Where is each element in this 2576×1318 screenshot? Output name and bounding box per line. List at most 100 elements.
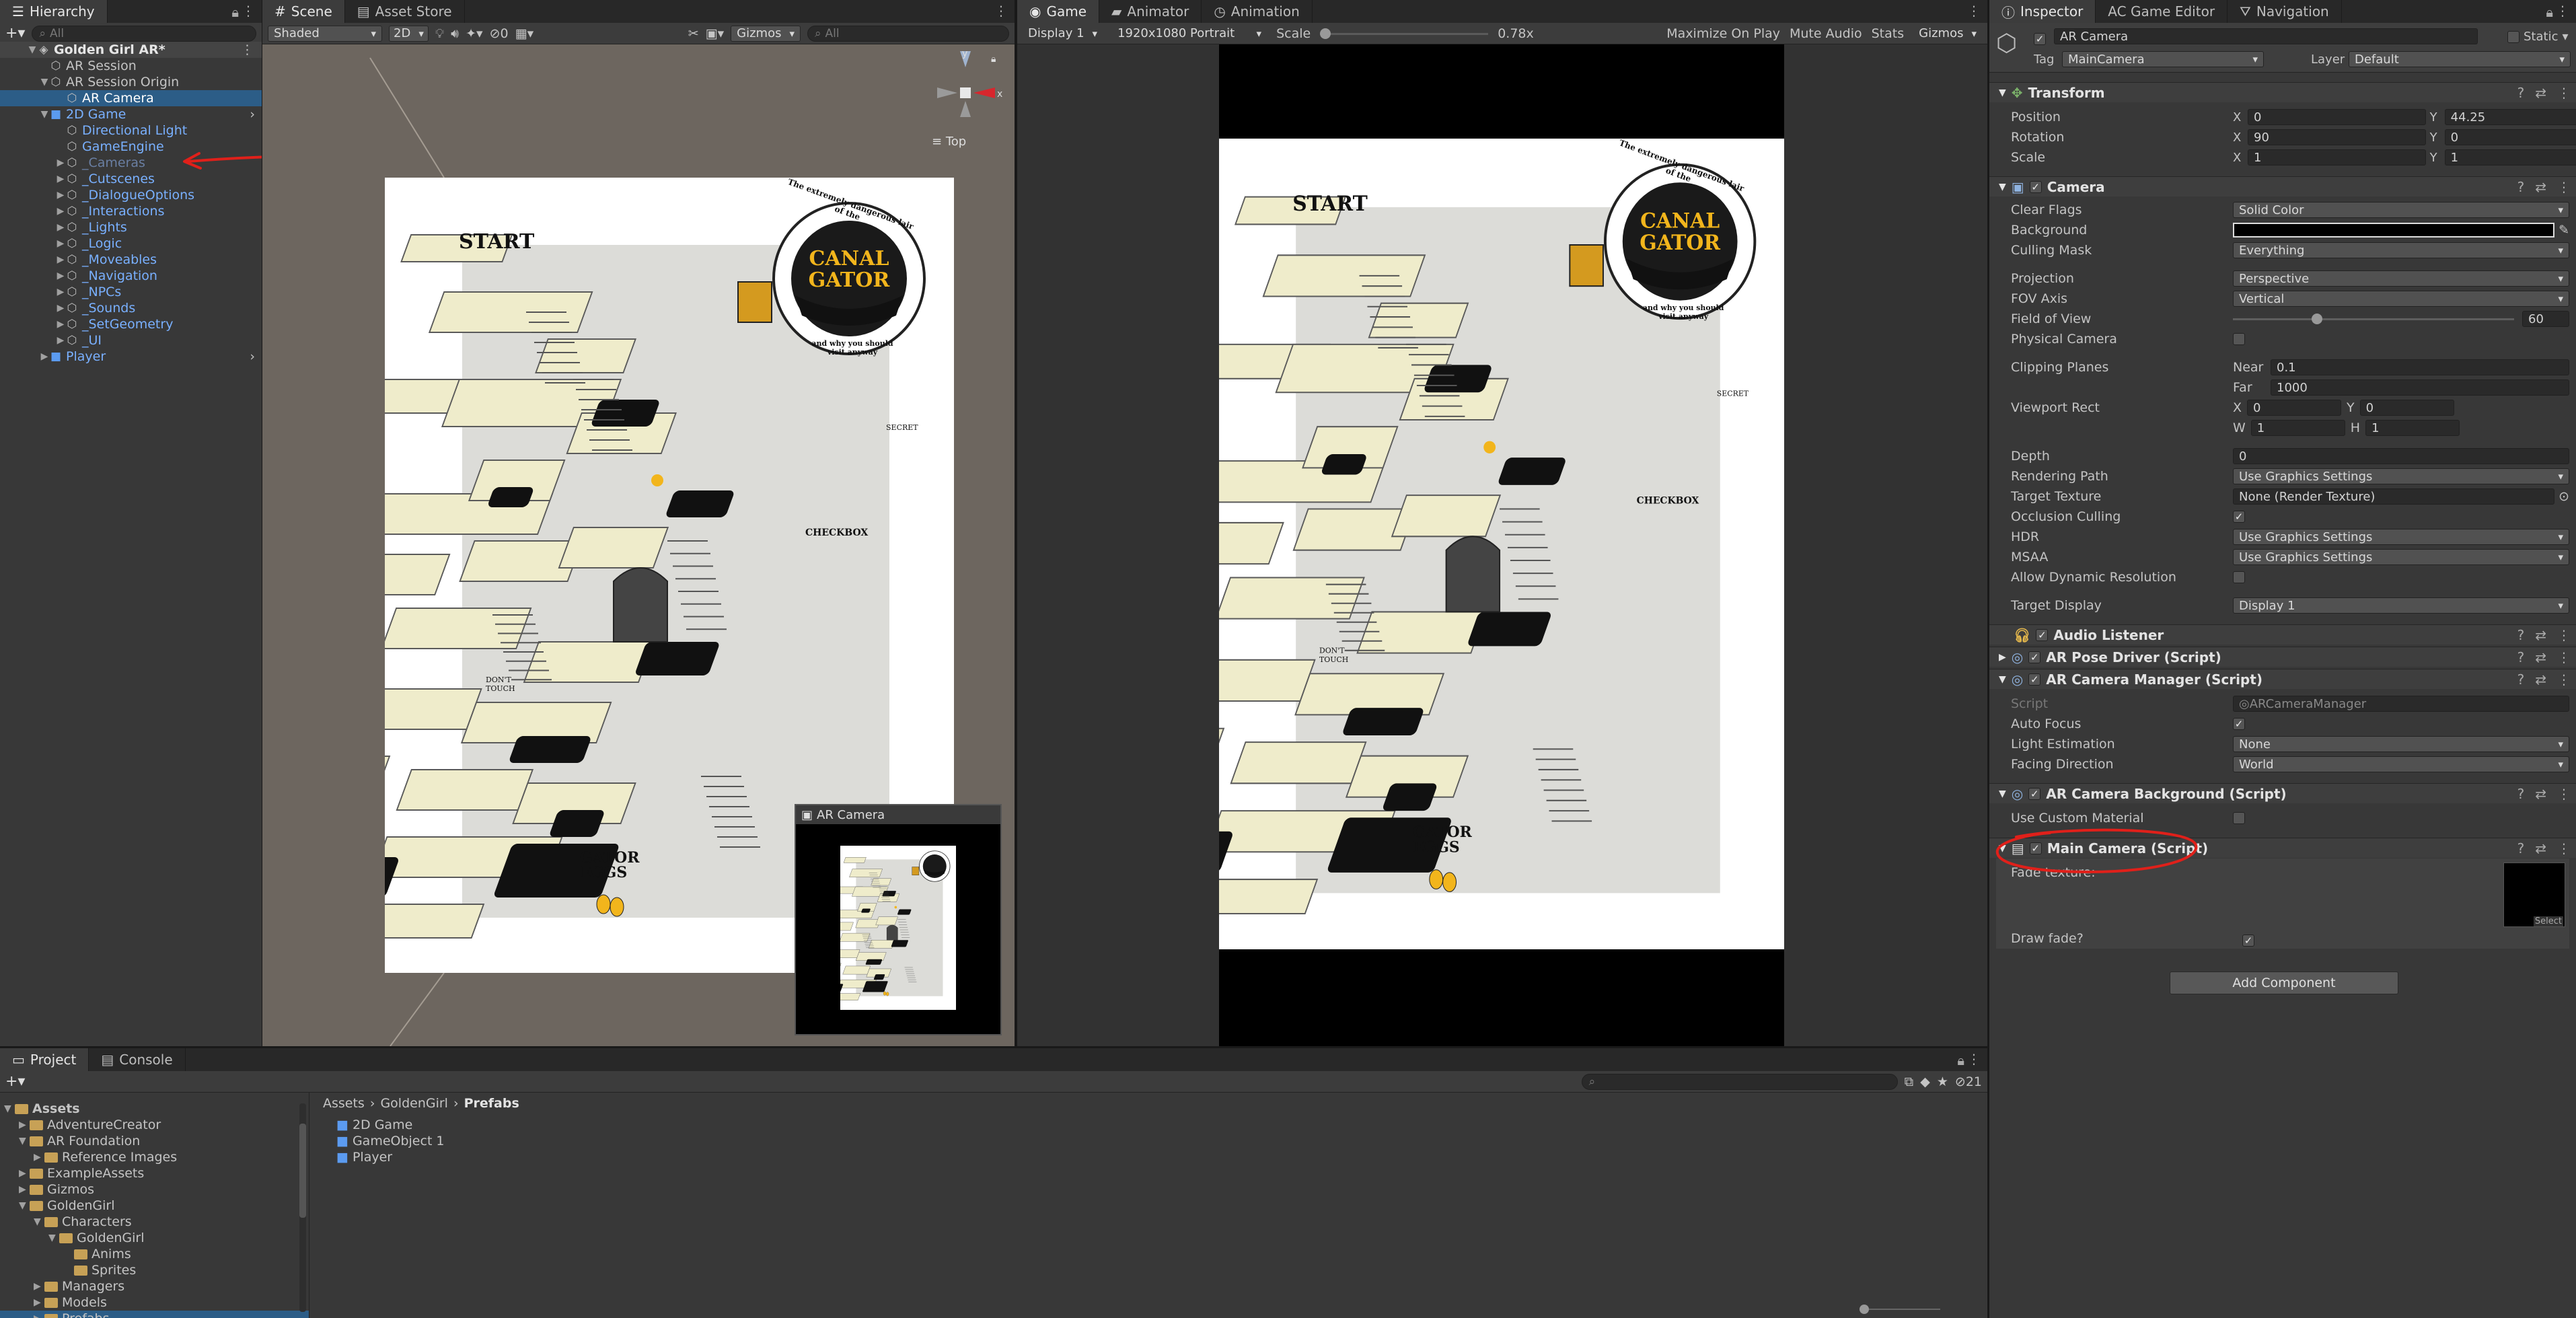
asset-item[interactable]: ■ 2D Game (336, 1117, 412, 1133)
project-tree-item[interactable]: ▼ GoldenGirl (0, 1198, 309, 1214)
favorite-icon[interactable]: ★ (1937, 1074, 1948, 1089)
tab-game[interactable]: ◉ Game (1017, 0, 1099, 23)
hdr-dropdown[interactable]: Use Graphics Settings (2233, 529, 2569, 545)
tab-inspector[interactable]: ⓘ Inspector (1989, 0, 2096, 23)
hierarchy-item[interactable]: ▶ ⬡ _Cutscenes (0, 171, 262, 187)
culling-mask-dropdown[interactable]: Everything (2233, 242, 2569, 258)
lock-icon[interactable]: 🔒︎ (231, 4, 239, 20)
kebab-menu-icon[interactable]: ⋮ (2557, 649, 2571, 665)
preset-icon[interactable]: ⇄ (2535, 786, 2546, 802)
help-icon[interactable]: ? (2517, 179, 2525, 195)
hierarchy-item[interactable]: ▶ ⬡ _Logic (0, 235, 262, 252)
mode-2d-toggle[interactable]: 2D (389, 25, 429, 42)
chevron-down-icon[interactable]: ▼ (1999, 182, 2006, 192)
chevron-right-icon[interactable]: ▶ (1999, 652, 2006, 663)
hierarchy-item[interactable]: ▶ ⬡ _Sounds (0, 300, 262, 316)
tab-asset-store[interactable]: ▤ Asset Store (345, 0, 465, 23)
scene-row[interactable]: ▼ ◈ Golden Girl AR* ⋮ (0, 42, 262, 58)
chevron-right-icon[interactable]: ▶ (55, 335, 66, 346)
lock-icon[interactable]: 🔒︎ (991, 54, 996, 65)
target-display-dropdown[interactable]: Display 1 (2233, 597, 2569, 614)
help-icon[interactable]: ? (2517, 671, 2525, 688)
tag-dropdown[interactable]: MainCamera (2062, 51, 2264, 67)
object-name-field[interactable]: AR Camera (2054, 28, 2478, 44)
ar-camera-background-checkbox[interactable]: ✓ (2028, 787, 2041, 800)
hierarchy-item[interactable]: ⬡ Directional Light (0, 122, 262, 139)
gizmos-dropdown[interactable]: Gizmos (731, 25, 801, 42)
chevron-right-icon[interactable]: ▶ (55, 206, 66, 217)
audio-icon[interactable]: 🔊︎ (451, 26, 459, 41)
draw-fade-checkbox[interactable]: ✓ (2242, 931, 2254, 947)
hierarchy-item[interactable]: ▶ ■ Player › (0, 349, 262, 365)
static-toggle[interactable]: Static ▾ (2507, 30, 2569, 44)
kebab-menu-icon[interactable]: ⋮ (2556, 3, 2569, 19)
occlusion-checkbox[interactable]: ✓ (2233, 511, 2245, 523)
create-button[interactable]: +▾ (5, 1073, 25, 1090)
project-tree-item[interactable]: ▶ Models (0, 1294, 309, 1311)
tools-icon[interactable]: ✂ (688, 26, 699, 41)
camera-enabled-checkbox[interactable]: ✓ (2029, 180, 2042, 193)
chevron-right-icon[interactable]: ▶ (55, 222, 66, 233)
project-tree-item[interactable]: ▼ Assets (0, 1101, 309, 1117)
kebab-menu-icon[interactable]: ⋮ (2557, 786, 2571, 802)
vp-w-field[interactable]: 1 (2250, 420, 2345, 436)
layer-dropdown[interactable]: Default (2349, 51, 2571, 67)
effects-icon[interactable]: ✦▾ (466, 26, 482, 41)
create-button[interactable]: +▾ (5, 25, 25, 42)
chevron-down-icon[interactable]: ▼ (48, 1233, 59, 1243)
chevron-down-icon[interactable]: ▼ (1999, 789, 2006, 799)
light-estimation-dropdown[interactable]: None (2233, 736, 2569, 752)
kebab-menu-icon[interactable]: ⋮ (1967, 1051, 1981, 1067)
preset-icon[interactable]: ⇄ (2535, 85, 2546, 101)
lock-icon[interactable]: 🔒︎ (2546, 4, 2553, 20)
dynamic-res-checkbox[interactable] (2233, 571, 2245, 583)
kebab-menu-icon[interactable]: ⋮ (2557, 85, 2571, 101)
scale-y[interactable]: 1 (2444, 149, 2576, 166)
project-tree-item[interactable]: ▶ Managers (0, 1278, 309, 1294)
shading-dropdown[interactable]: Shaded (268, 25, 382, 42)
position-x[interactable]: 0 (2248, 109, 2426, 125)
help-icon[interactable]: ? (2517, 85, 2525, 101)
camera-icon[interactable]: ▣▾ (706, 26, 725, 41)
chevron-right-icon[interactable]: ▶ (55, 287, 66, 297)
help-icon[interactable]: ? (2517, 627, 2525, 643)
scale-slider-thumb[interactable] (1320, 28, 1331, 39)
scene-menu-icon[interactable]: ⋮ (241, 42, 254, 57)
asset-item[interactable]: ■ Player (336, 1149, 392, 1165)
scale-slider[interactable] (1320, 26, 1489, 42)
preset-icon[interactable]: ⇄ (2535, 649, 2546, 665)
scale-x[interactable]: 1 (2248, 149, 2426, 166)
chevron-down-icon[interactable]: ▼ (34, 1216, 44, 1227)
resolution-dropdown[interactable]: 1920x1080 Portrait (1112, 26, 1267, 42)
chevron-down-icon[interactable]: ▼ (39, 77, 50, 87)
hierarchy-item[interactable]: ⬡ AR Session (0, 58, 262, 74)
chevron-down-icon[interactable]: ▼ (39, 109, 50, 120)
chevron-right-icon[interactable]: ▶ (55, 319, 66, 330)
tab-navigation[interactable]: ⛛ Navigation (2228, 0, 2342, 23)
tab-project[interactable]: ▭ Project (0, 1048, 89, 1071)
ar-camera-manager-header[interactable]: ▼ ◎ ✓ AR Camera Manager (Script) ? ⇄ ⋮ (1989, 669, 2576, 689)
chevron-right-icon[interactable]: ▶ (55, 157, 66, 168)
background-color-swatch[interactable] (2233, 223, 2555, 237)
eyedropper-icon[interactable]: ✎ (2559, 223, 2569, 237)
kebab-menu-icon[interactable]: ⋮ (242, 3, 255, 19)
select-button[interactable]: Select (2533, 916, 2563, 926)
target-texture-field[interactable]: None (Render Texture) (2233, 488, 2555, 505)
hierarchy-item[interactable]: ▼ ⬡ AR Session Origin (0, 74, 262, 90)
vp-y-field[interactable]: 0 (2359, 400, 2454, 416)
fov-axis-dropdown[interactable]: Vertical (2233, 291, 2569, 307)
stats-toggle[interactable]: Stats (1872, 26, 1905, 41)
chevron-down-icon[interactable]: ▼ (19, 1200, 30, 1211)
ar-camera-background-header[interactable]: ▼ ◎ ✓ AR Camera Background (Script) ? ⇄ ⋮ (1989, 783, 2576, 803)
chevron-right-icon[interactable]: ▶ (55, 174, 66, 184)
asset-item[interactable]: ■ GameObject 1 (336, 1133, 445, 1149)
project-tree-item[interactable]: ▶ Reference Images (0, 1149, 309, 1165)
zoom-slider-thumb[interactable] (1860, 1305, 1869, 1314)
fov-slider-thumb[interactable] (2312, 314, 2323, 324)
hierarchy-search-input[interactable]: ⌕ All (32, 25, 256, 42)
add-component-button[interactable]: Add Component (2170, 972, 2398, 994)
lock-icon[interactable]: 🔒︎ (1957, 1052, 1964, 1068)
project-tree-item[interactable]: ▼ Characters (0, 1214, 309, 1230)
chevron-right-icon[interactable]: ▶ (55, 254, 66, 265)
scene-search-input[interactable]: ⌕ All (807, 25, 1009, 42)
